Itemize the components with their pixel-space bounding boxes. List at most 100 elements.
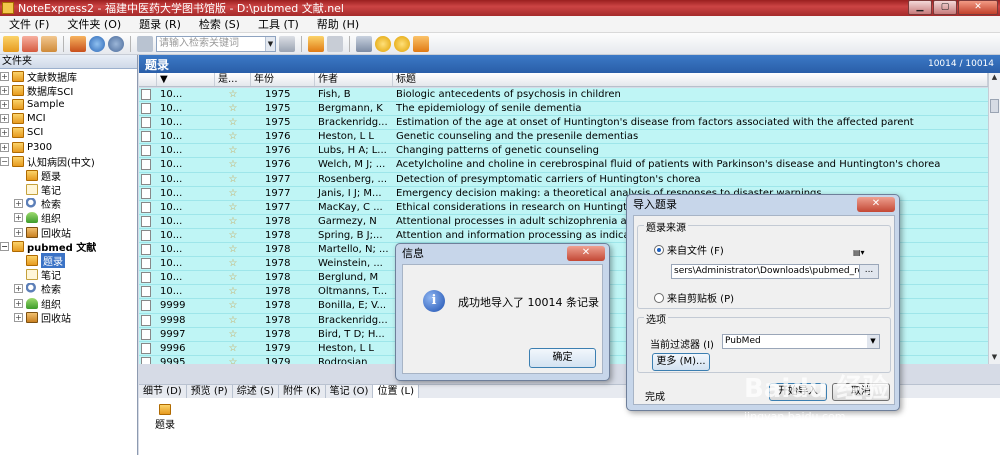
expand-icon[interactable]: + xyxy=(0,71,9,81)
filter-select[interactable]: PubMed ▼ xyxy=(722,334,880,349)
column-header-id[interactable]: ▼ xyxy=(157,73,215,86)
tree-item[interactable]: + 检索 xyxy=(0,197,137,211)
chevron-down-icon[interactable]: ▼ xyxy=(867,335,879,348)
column-header-icon[interactable] xyxy=(139,73,157,86)
table-row[interactable]: 10... ☆ 1977 Rosenberg, ... Detection of pre… xyxy=(139,172,988,187)
star-icon[interactable]: ☆ xyxy=(215,116,251,129)
flag-icon[interactable] xyxy=(308,35,324,52)
chevron-down-icon[interactable]: ▼ xyxy=(265,36,275,51)
scroll-up-icon[interactable]: ▲ xyxy=(989,73,1000,84)
from-clipboard-radio[interactable]: 来自剪贴板 (P) xyxy=(654,290,734,305)
tag-icon[interactable] xyxy=(327,35,343,52)
column-header-title[interactable]: 标题 xyxy=(393,73,988,86)
table-row[interactable]: 10... ☆ 1975 Brackenridg... Estimation of th… xyxy=(139,116,988,131)
location-item[interactable]: 题录 xyxy=(155,404,175,431)
table-row[interactable]: 10... ☆ 1976 Heston, L L Genetic counseling … xyxy=(139,130,988,145)
search-input[interactable]: 请输入检索关键词 ▼ xyxy=(156,35,276,52)
tree-item[interactable]: + SCI xyxy=(0,126,137,140)
star-icon[interactable]: ☆ xyxy=(215,130,251,143)
copy-icon[interactable] xyxy=(137,35,153,52)
exit-icon[interactable] xyxy=(413,35,429,52)
star-icon[interactable]: ☆ xyxy=(215,342,251,355)
star-icon[interactable]: ☆ xyxy=(215,299,251,312)
search-options-icon[interactable] xyxy=(279,35,295,52)
tree-item[interactable]: 题录 xyxy=(0,168,137,183)
import-icon[interactable] xyxy=(41,35,57,52)
tab-attachments[interactable]: 附件 (K) xyxy=(279,385,326,398)
file-options-icon[interactable]: ▤▾ xyxy=(853,248,871,260)
expand-icon[interactable]: + xyxy=(0,114,9,124)
tree-item[interactable]: + 组织 xyxy=(0,211,137,225)
expand-icon[interactable]: + xyxy=(0,85,9,95)
star-icon[interactable]: ☆ xyxy=(215,271,251,284)
star-icon[interactable]: ☆ xyxy=(215,187,251,200)
ok-button[interactable]: 确定 xyxy=(529,348,596,368)
star-icon[interactable]: ☆ xyxy=(215,158,251,171)
minimize-button[interactable]: ▁ xyxy=(908,0,932,15)
tree-item[interactable]: + 组织 xyxy=(0,296,137,311)
tree-item[interactable]: 笔记 xyxy=(0,268,137,282)
expand-icon[interactable]: + xyxy=(14,298,23,308)
menu-help[interactable]: 帮助 (H) xyxy=(308,16,368,32)
star-icon[interactable]: ☆ xyxy=(215,314,251,327)
tab-location[interactable]: 位置 (L) xyxy=(373,385,420,398)
tree-item[interactable]: + Sample xyxy=(0,97,137,111)
tree-item-selected[interactable]: 题录 xyxy=(0,253,137,269)
scroll-thumb[interactable] xyxy=(990,99,999,113)
star-icon[interactable]: ☆ xyxy=(215,88,251,101)
file-path-field[interactable]: sers\Administrator\Downloads\pubmed_resu… xyxy=(671,264,879,279)
table-row[interactable]: 10... ☆ 1976 Welch, M J; ... Acetylcholine a… xyxy=(139,158,988,173)
tree-item[interactable]: + P300 xyxy=(0,140,137,154)
expand-icon[interactable]: + xyxy=(14,213,23,223)
menu-folder[interactable]: 文件夹 (O) xyxy=(58,16,130,32)
vertical-scrollbar[interactable]: ▲ ▼ xyxy=(988,73,1000,364)
table-row[interactable]: 10... ☆ 1976 Lubs, H A; L... Changing patter… xyxy=(139,144,988,159)
menu-tools[interactable]: 工具 (T) xyxy=(249,16,308,32)
browse-button[interactable]: ... xyxy=(859,265,878,278)
star-icon[interactable]: ☆ xyxy=(215,201,251,214)
star-icon[interactable]: ☆ xyxy=(215,285,251,298)
tree-item[interactable]: + 文献数据库 xyxy=(0,69,137,84)
star-icon[interactable]: ☆ xyxy=(215,229,251,242)
tree-item[interactable]: + 回收站 xyxy=(0,225,137,240)
expand-icon[interactable]: + xyxy=(14,199,23,209)
star-icon[interactable]: ☆ xyxy=(215,144,251,157)
tree-item[interactable]: − 认知病因(中文) xyxy=(0,154,137,169)
import-dialog-close-button[interactable]: ✕ xyxy=(857,197,895,212)
tree-item[interactable]: + 数据库SCI xyxy=(0,83,137,98)
collapse-icon[interactable]: − xyxy=(0,241,9,251)
tab-summary[interactable]: 综述 (S) xyxy=(233,385,280,398)
more-button[interactable]: 更多 (M)... xyxy=(652,353,710,371)
help-icon[interactable] xyxy=(375,35,391,52)
menu-search[interactable]: 检索 (S) xyxy=(190,16,249,32)
tree-item[interactable]: 笔记 xyxy=(0,183,137,197)
expand-icon[interactable]: + xyxy=(0,128,9,138)
expand-icon[interactable]: + xyxy=(0,142,9,152)
settings-icon[interactable] xyxy=(356,35,372,52)
star-icon[interactable]: ☆ xyxy=(215,328,251,341)
collapse-icon[interactable]: − xyxy=(0,156,9,166)
maximize-button[interactable]: ▢ xyxy=(933,0,957,15)
browser-icon[interactable] xyxy=(89,35,105,52)
scroll-down-icon[interactable]: ▼ xyxy=(989,353,1000,364)
close-window-button[interactable]: ✕ xyxy=(958,0,998,15)
online-search-icon[interactable] xyxy=(70,35,86,52)
tree-item[interactable]: + MCI xyxy=(0,112,137,126)
star-icon[interactable]: ☆ xyxy=(215,257,251,270)
menu-file[interactable]: 文件 (F) xyxy=(0,16,58,32)
table-row[interactable]: 10... ☆ 1975 Bergmann, K The epidemiology of… xyxy=(139,102,988,117)
star-icon[interactable]: ☆ xyxy=(215,102,251,115)
about-icon[interactable] xyxy=(394,35,410,52)
star-icon[interactable]: ☆ xyxy=(215,356,251,364)
column-header-author[interactable]: 作者 xyxy=(315,73,393,86)
star-icon[interactable]: ☆ xyxy=(215,173,251,186)
tab-notes[interactable]: 笔记 (O) xyxy=(326,385,374,398)
tab-details[interactable]: 细节 (D) xyxy=(139,385,187,398)
tree-item[interactable]: + 回收站 xyxy=(0,310,137,325)
tree-item[interactable]: + 检索 xyxy=(0,282,137,296)
expand-icon[interactable]: + xyxy=(0,99,9,109)
tree-item[interactable]: − pubmed 文献 xyxy=(0,239,137,254)
message-box-close-button[interactable]: ✕ xyxy=(567,246,605,261)
menu-records[interactable]: 题录 (R) xyxy=(130,16,190,32)
expand-icon[interactable]: + xyxy=(14,312,23,322)
